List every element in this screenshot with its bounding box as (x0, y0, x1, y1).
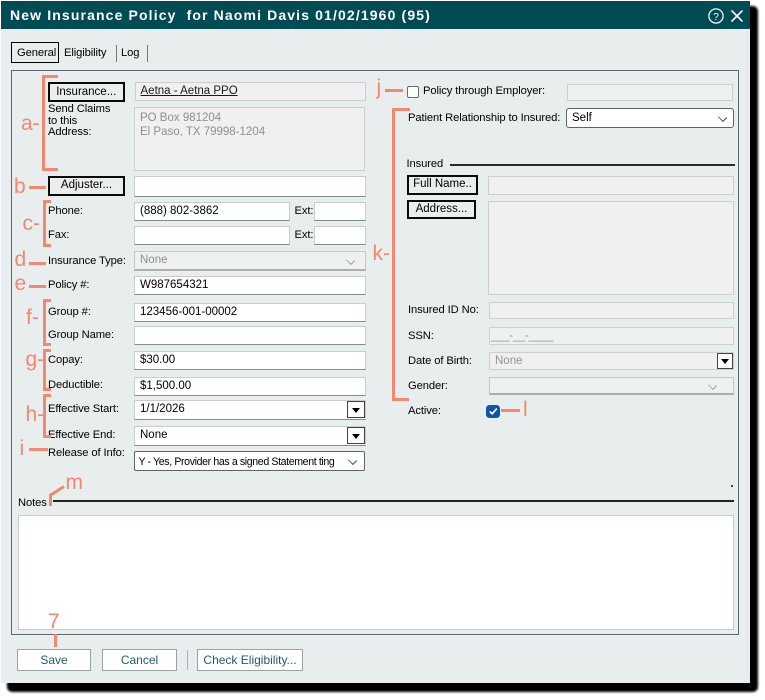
svg-text:?: ? (713, 11, 719, 23)
